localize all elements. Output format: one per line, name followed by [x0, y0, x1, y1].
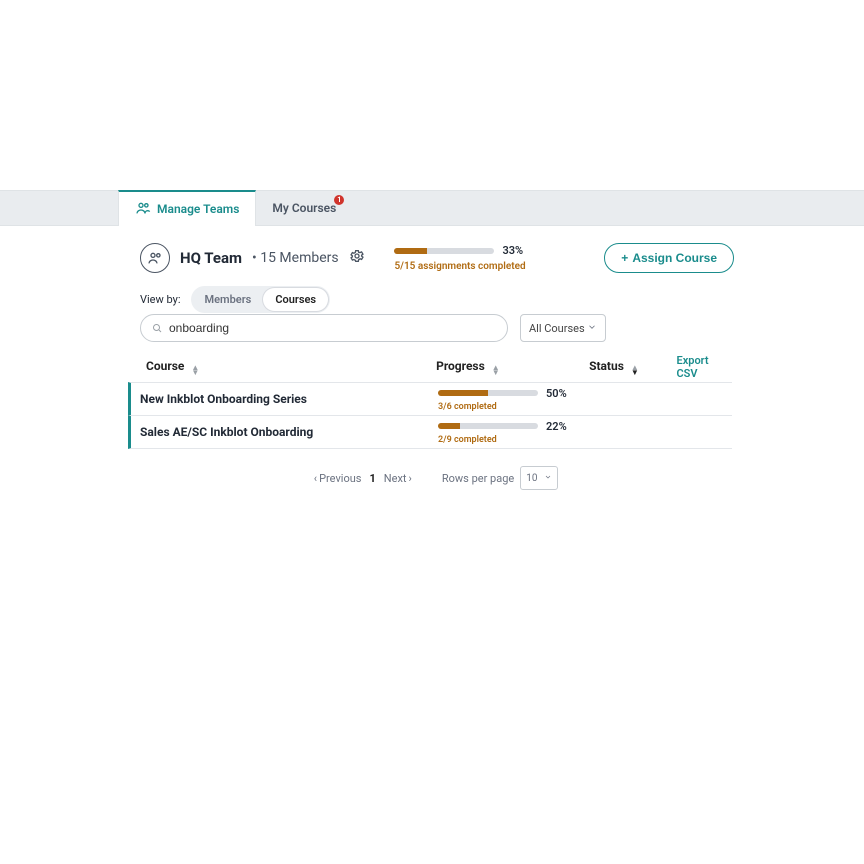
team-block: HQ Team • 15 Members — [140, 243, 365, 273]
row-progress-fill — [438, 390, 488, 396]
rows-per-page: Rows per page 10 — [442, 466, 558, 490]
row-progress: 50% 3/6 completed — [438, 387, 592, 412]
view-by-row: View by: Members Courses — [140, 286, 330, 313]
progress-track — [394, 248, 494, 254]
progress-pct: 33% — [502, 244, 523, 257]
col-course[interactable]: Course ▲▼ — [140, 359, 436, 375]
view-by-toggle: Members Courses — [191, 286, 331, 313]
row-progress-fill — [438, 423, 460, 429]
tab-label: My Courses — [272, 201, 336, 215]
progress-subtext: 5/15 assignments completed — [394, 261, 574, 272]
prev-label: Previous — [319, 472, 361, 485]
gear-icon[interactable] — [349, 248, 365, 268]
tab-label: Manage Teams — [157, 202, 239, 216]
row-progress-sub: 3/6 completed — [438, 402, 592, 412]
row-progress-pct: 22% — [546, 420, 567, 433]
progress-fill — [394, 248, 427, 254]
team-avatar-icon — [140, 243, 170, 273]
rpp-value: 10 — [526, 473, 537, 484]
chevron-down-icon — [544, 473, 552, 484]
prev-page[interactable]: ‹ Previous — [314, 472, 362, 485]
pagination: ‹ Previous 1 Next › Rows per page 10 — [140, 462, 732, 494]
team-members: • 15 Members — [252, 250, 339, 266]
row-course: Sales AE/SC Inkblot Onboarding — [140, 425, 438, 439]
plus-icon: + — [621, 251, 628, 265]
filter-selected: All Courses — [529, 322, 585, 335]
search-row: All Courses — [140, 314, 606, 342]
view-by-courses[interactable]: Courses — [263, 288, 328, 311]
table-row[interactable]: Sales AE/SC Inkblot Onboarding 22% 2/9 c… — [128, 415, 732, 449]
course-filter-select[interactable]: All Courses — [520, 314, 606, 342]
notification-badge: 1 — [334, 195, 344, 205]
assign-course-button[interactable]: + Assign Course — [604, 243, 734, 273]
search-icon — [151, 319, 163, 338]
sort-icon: ▲▼ — [631, 365, 639, 375]
page-nav: ‹ Previous 1 Next › — [314, 472, 412, 485]
col-progress[interactable]: Progress ▲▼ — [436, 359, 589, 375]
col-progress-label: Progress — [436, 359, 485, 373]
overall-progress: 33% 5/15 assignments completed — [394, 244, 574, 272]
tab-my-courses[interactable]: My Courses 1 — [256, 191, 352, 225]
table-row[interactable]: New Inkblot Onboarding Series 50% 3/6 co… — [128, 382, 732, 416]
tab-strip: Manage Teams My Courses 1 — [0, 190, 864, 226]
export-csv-link[interactable]: Export CSV — [676, 354, 732, 380]
row-progress-sub: 2/9 completed — [438, 435, 592, 445]
search-input[interactable] — [169, 321, 497, 335]
col-course-label: Course — [146, 359, 184, 373]
search-box[interactable] — [140, 314, 508, 342]
rpp-label: Rows per page — [442, 472, 514, 485]
chevron-left-icon: ‹ — [314, 472, 317, 485]
col-status-label: Status — [589, 359, 624, 373]
view-by-members[interactable]: Members — [193, 288, 264, 311]
row-progress-pct: 50% — [546, 387, 567, 400]
next-label: Next — [384, 472, 407, 485]
chevron-down-icon — [587, 322, 597, 335]
next-page[interactable]: Next › — [384, 472, 412, 485]
sort-icon: ▲▼ — [492, 365, 500, 375]
sort-icon: ▲▼ — [191, 365, 199, 375]
table-body: New Inkblot Onboarding Series 50% 3/6 co… — [128, 382, 732, 449]
tab-manage-teams[interactable]: Manage Teams — [118, 190, 256, 226]
row-progress: 22% 2/9 completed — [438, 420, 592, 445]
table-header: Course ▲▼ Progress ▲▼ Status ▲▼ Export C… — [140, 354, 732, 380]
col-status[interactable]: Status ▲▼ — [589, 359, 676, 375]
team-name: HQ Team — [180, 249, 242, 267]
people-icon — [135, 200, 151, 219]
rpp-select[interactable]: 10 — [520, 466, 558, 490]
view-by-label: View by: — [140, 293, 181, 306]
assign-course-label: Assign Course — [632, 251, 717, 265]
row-course: New Inkblot Onboarding Series — [140, 392, 438, 406]
current-page: 1 — [369, 472, 375, 485]
chevron-right-icon: › — [409, 472, 412, 485]
team-header: HQ Team • 15 Members 33% 5/15 assignment… — [140, 238, 734, 278]
